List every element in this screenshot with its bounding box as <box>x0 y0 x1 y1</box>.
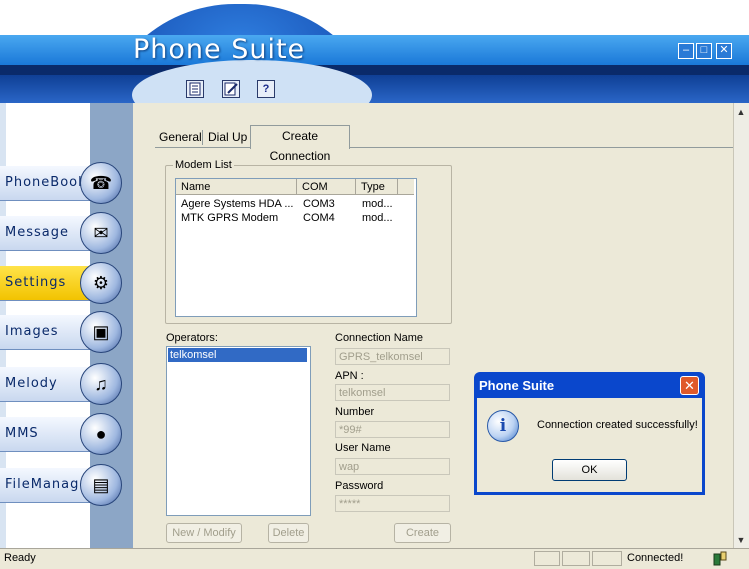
ok-button[interactable]: OK <box>552 459 627 481</box>
sidebar-item-label: MMS <box>5 426 39 441</box>
maximize-button[interactable]: □ <box>696 43 712 59</box>
connection-icon <box>712 551 728 566</box>
header-band <box>0 65 749 75</box>
number-field[interactable]: *99# <box>335 421 450 438</box>
delete-button[interactable]: Delete <box>268 523 309 543</box>
minimize-button[interactable]: – <box>678 43 694 59</box>
phone-icon: ☎ <box>80 162 122 204</box>
sidebar-item-filemanager[interactable]: FileManager ▤ <box>0 464 122 506</box>
dialog-message: Connection created successfully! <box>537 419 698 431</box>
connection-status: Connected! <box>627 552 684 564</box>
document-icon[interactable] <box>186 80 204 98</box>
status-pane <box>592 551 622 566</box>
column-header-filler <box>398 179 414 195</box>
sidebar-item-message[interactable]: Message ✉ <box>0 212 122 254</box>
tab-general[interactable]: General <box>157 127 204 147</box>
username-label: User Name <box>335 442 391 454</box>
status-pane <box>534 551 560 566</box>
image-icon: ▣ <box>80 311 122 353</box>
tab-create-connection[interactable]: Create Connection <box>250 125 350 163</box>
sidebar-item-label: Settings <box>5 275 67 290</box>
table-row[interactable]: Agere Systems HDA ... COM3 mod... <box>177 197 414 211</box>
modem-name-cell: MTK GPRS Modem <box>181 212 279 224</box>
username-field[interactable]: wap <box>335 458 450 475</box>
envelope-icon: ✉ <box>80 212 122 254</box>
title-bar <box>0 35 749 65</box>
balloon-icon: ● <box>80 413 122 455</box>
folder-icon: ▤ <box>80 464 122 506</box>
dialog-title: Phone Suite <box>479 378 555 393</box>
info-icon: i <box>487 410 519 442</box>
status-pane <box>562 551 590 566</box>
create-button[interactable]: Create <box>394 523 451 543</box>
connection-name-label: Connection Name <box>335 332 424 344</box>
toolbar-band <box>0 75 749 103</box>
connection-name-field[interactable]: GPRS_telkomsel <box>335 348 450 365</box>
sidebar-item-label: Images <box>5 324 59 339</box>
sidebar-item-phonebook[interactable]: PhoneBook ☎ <box>0 162 122 204</box>
tab-divider <box>202 130 203 145</box>
apn-label: APN : <box>335 370 364 382</box>
modem-com-cell: COM3 <box>303 198 335 210</box>
modem-list-legend: Modem List <box>173 159 234 171</box>
sidebar-item-label: Melody <box>5 376 58 391</box>
modem-name-cell: Agere Systems HDA ... <box>181 198 293 210</box>
column-header-name[interactable]: Name <box>176 179 297 195</box>
edit-icon[interactable] <box>222 80 240 98</box>
vertical-scrollbar[interactable] <box>733 103 749 548</box>
apn-field[interactable]: telkomsel <box>335 384 450 401</box>
saxophone-icon: ♫ <box>80 363 122 405</box>
app-title: Phone Suite <box>133 34 306 65</box>
sidebar-item-images[interactable]: Images ▣ <box>0 311 122 353</box>
scroll-down-icon[interactable]: ▼ <box>735 534 747 546</box>
scroll-up-icon[interactable]: ▲ <box>735 106 747 118</box>
sidebar-item-melody[interactable]: Melody ♫ <box>0 363 122 405</box>
dialog-close-button[interactable]: ✕ <box>680 376 699 395</box>
column-header-type[interactable]: Type <box>356 179 398 195</box>
settings-icon: ⚙ <box>80 262 122 304</box>
operators-list[interactable] <box>166 346 311 516</box>
help-icon[interactable]: ? <box>257 80 275 98</box>
tab-dialup[interactable]: Dial Up <box>206 127 249 147</box>
operators-label: Operators: <box>166 332 218 344</box>
close-button[interactable]: ✕ <box>716 43 732 59</box>
password-field[interactable]: ***** <box>335 495 450 512</box>
sidebar-item-settings[interactable]: Settings ⚙ <box>0 262 122 304</box>
sidebar-item-mms[interactable]: MMS ● <box>0 413 122 455</box>
status-text: Ready <box>4 552 36 564</box>
new-modify-button[interactable]: New / Modify <box>166 523 242 543</box>
modem-type-cell: mod... <box>362 212 393 224</box>
sidebar-item-label: PhoneBook <box>5 175 87 190</box>
modem-com-cell: COM4 <box>303 212 335 224</box>
number-label: Number <box>335 406 375 418</box>
table-row[interactable]: MTK GPRS Modem COM4 mod... <box>177 211 414 225</box>
modem-type-cell: mod... <box>362 198 393 210</box>
password-label: Password <box>335 480 384 492</box>
column-header-com[interactable]: COM <box>297 179 356 195</box>
list-item[interactable]: telkomsel <box>168 348 307 362</box>
sidebar-item-label: Message <box>5 225 69 240</box>
